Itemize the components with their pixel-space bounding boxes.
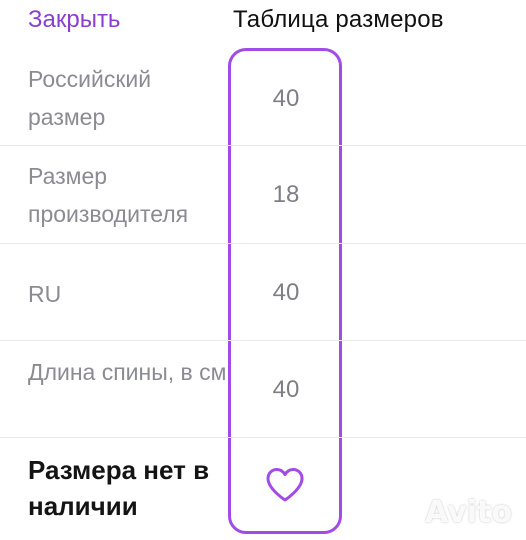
watermark-logo: Avito xyxy=(425,495,512,530)
row-label-back-length: Длина спины, в см xyxy=(28,359,227,385)
row-divider xyxy=(0,340,526,341)
row-divider xyxy=(0,243,526,244)
row-value-russian-size: 40 xyxy=(272,85,300,112)
row-value-back-length: 40 xyxy=(272,376,300,403)
heart-icon[interactable] xyxy=(264,466,306,504)
out-of-stock-label: Размера нет в наличии xyxy=(28,455,210,521)
page-title: Таблица размеров xyxy=(233,6,444,33)
row-divider xyxy=(0,437,526,438)
row-value-ru: 40 xyxy=(272,279,300,306)
row-label-ru: RU xyxy=(28,281,62,307)
size-chart-screen: Закрыть Таблица размеров Российский разм… xyxy=(0,0,526,540)
close-button[interactable]: Закрыть xyxy=(28,6,120,34)
row-value-manufacturer-size: 18 xyxy=(272,181,300,208)
row-divider xyxy=(0,145,526,146)
row-label-manufacturer-size: Размер производителя xyxy=(28,163,189,227)
row-label-russian-size: Российский размер xyxy=(28,66,152,130)
